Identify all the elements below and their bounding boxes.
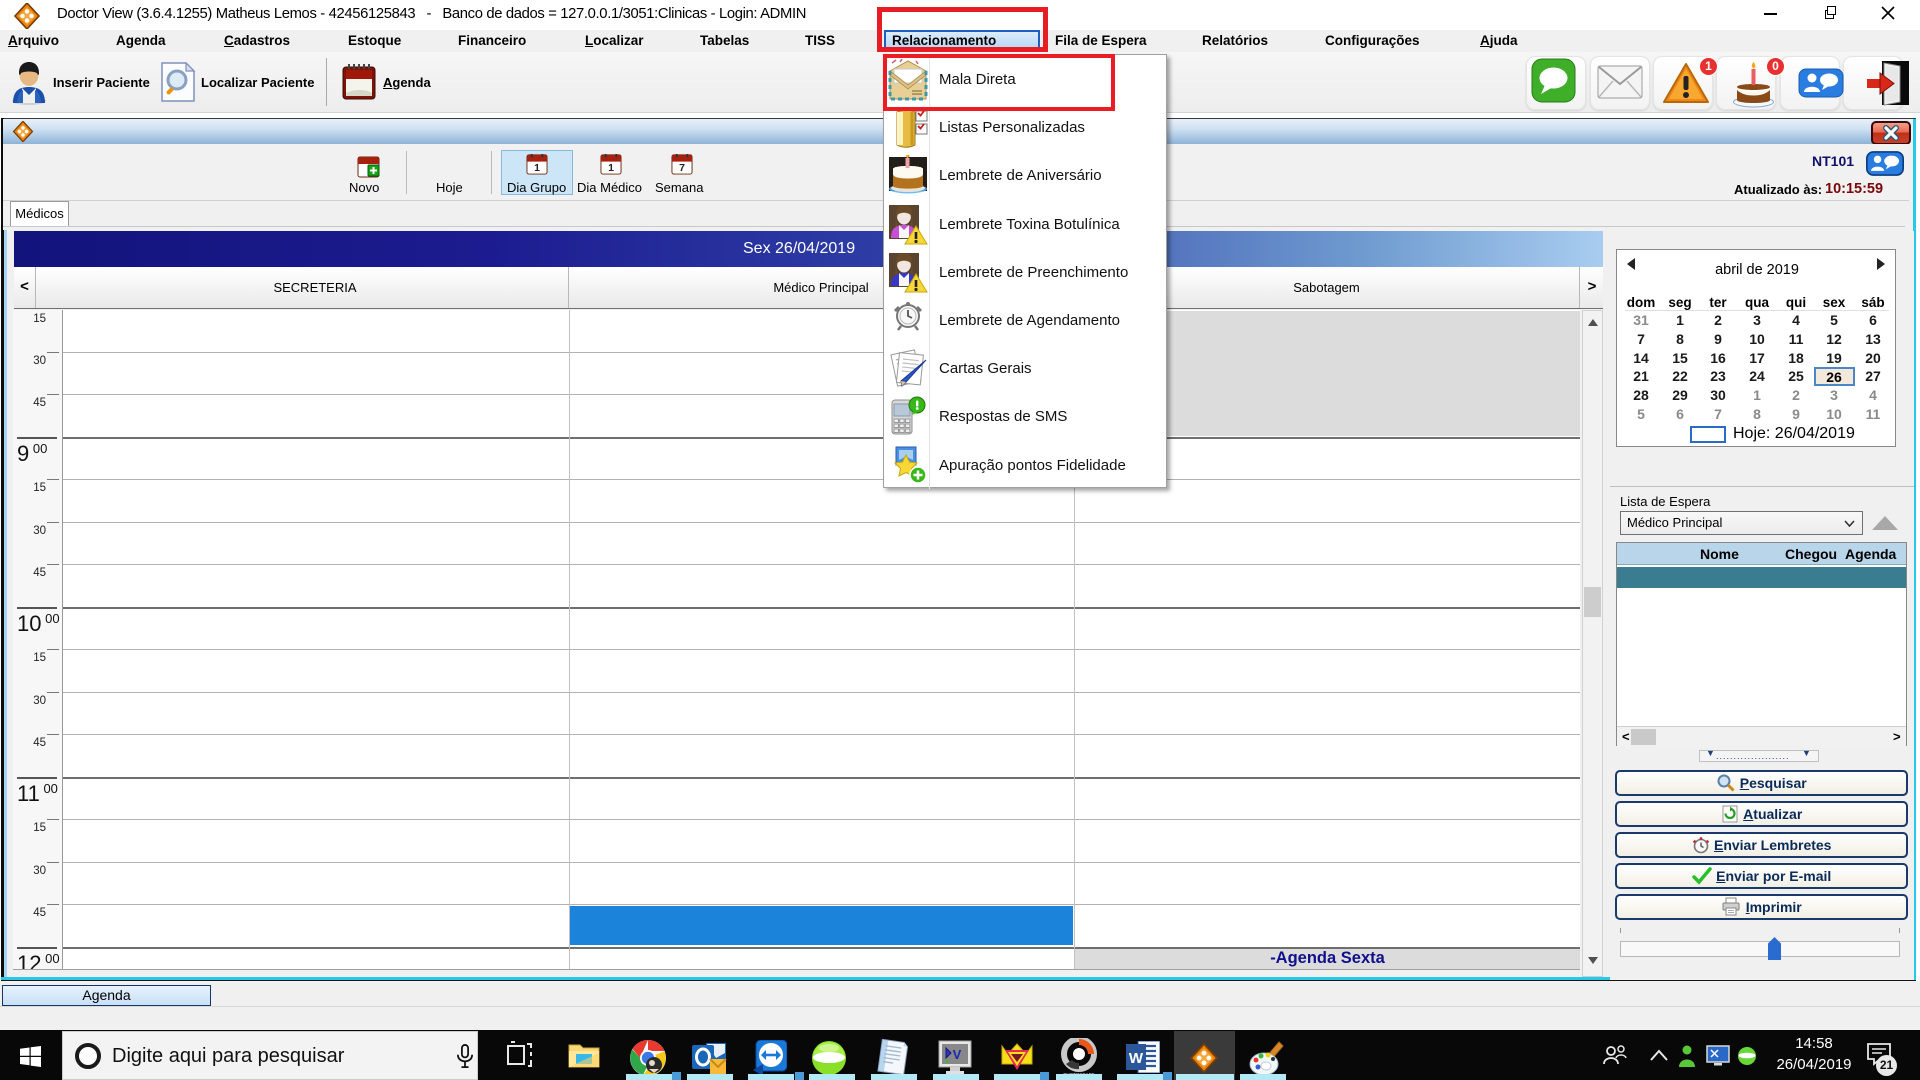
svg-text:W: W — [1129, 1050, 1144, 1067]
svg-text:1: 1 — [534, 162, 540, 174]
svg-text:1: 1 — [608, 162, 614, 174]
svg-text:7: 7 — [679, 162, 685, 174]
svg-text:V: V — [953, 1047, 962, 1062]
